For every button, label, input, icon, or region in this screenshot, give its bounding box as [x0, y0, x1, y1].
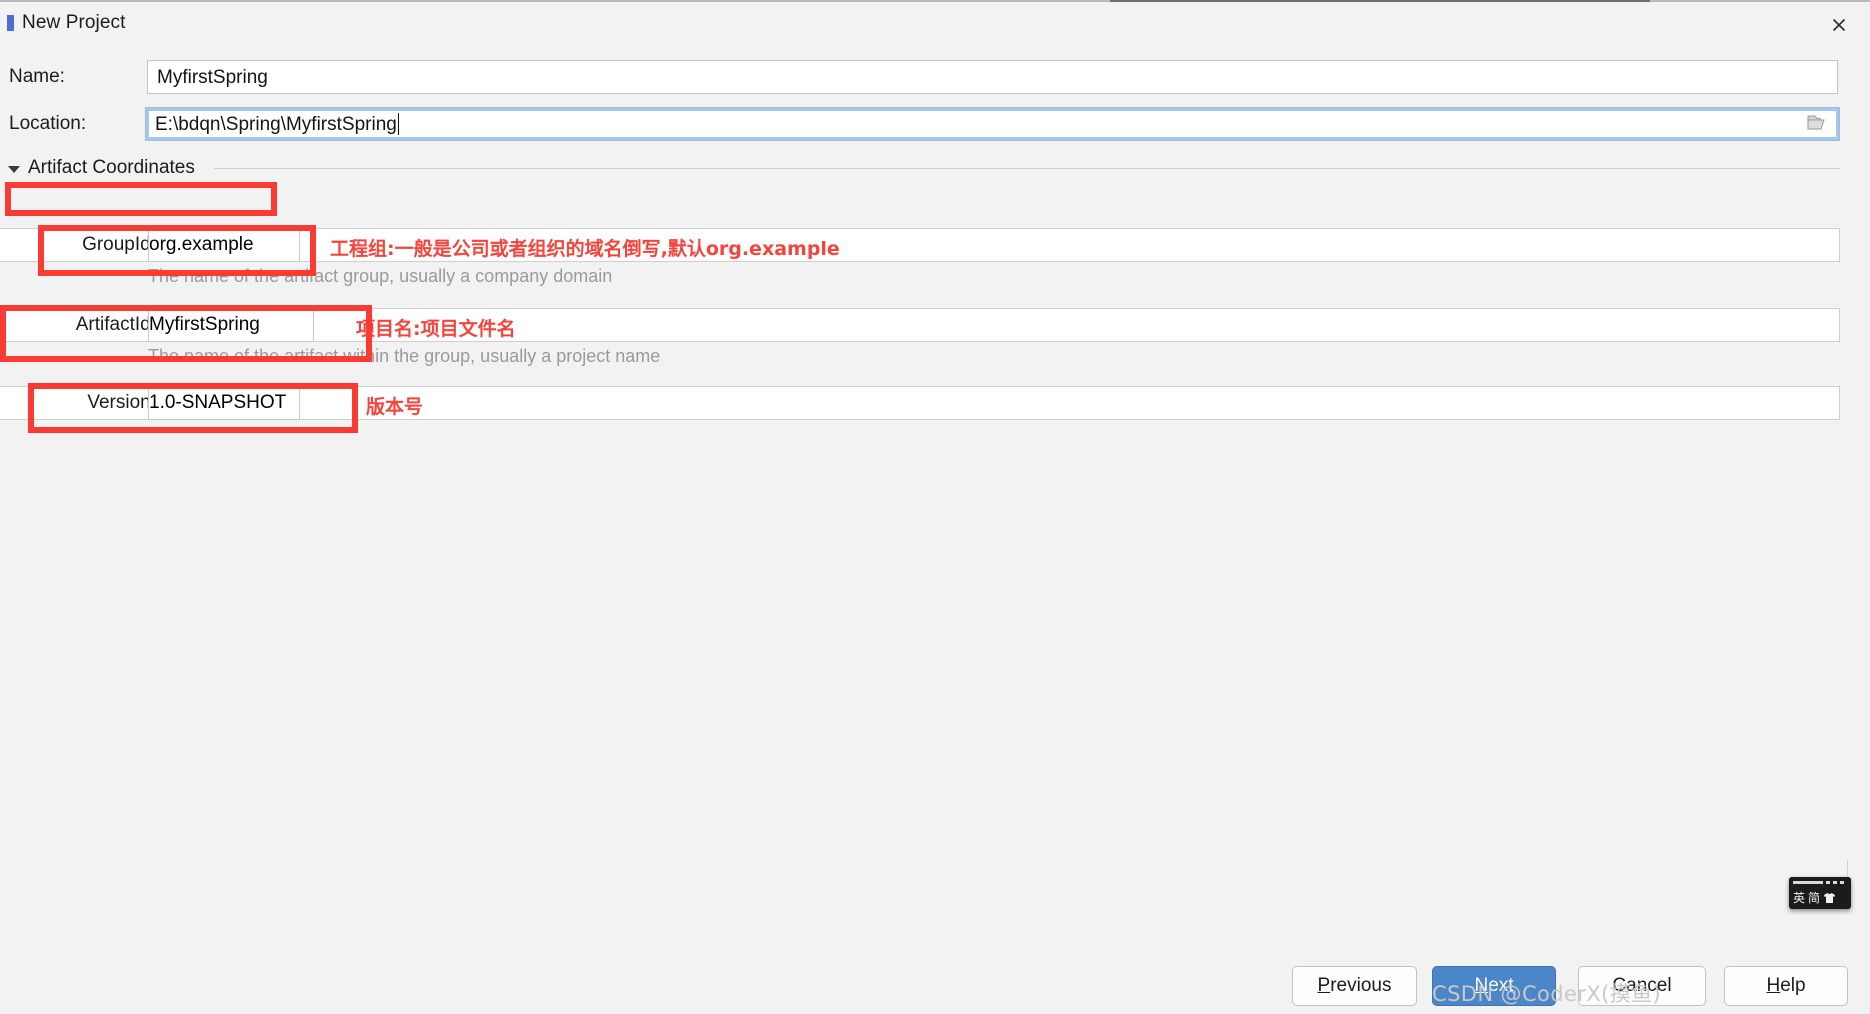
previous-button-mnemonic: P	[1317, 975, 1331, 996]
folder-icon	[1806, 112, 1830, 137]
name-input-value: MyfirstSpring	[157, 66, 268, 88]
version-input-value: 1.0-SNAPSHOT	[149, 392, 287, 413]
groupid-annotation: 工程组:一般是公司或者组织的域名倒写,默认org.example	[330, 238, 840, 260]
new-project-dialog: New Project Name: MyfirstSpring Location…	[0, 0, 1870, 1014]
version-annotation: 版本号	[366, 396, 424, 418]
groupid-input-value: org.example	[149, 234, 254, 255]
close-icon	[1830, 16, 1848, 34]
title-bar: New Project	[0, 2, 1870, 44]
name-label: Name:	[9, 66, 65, 87]
location-input-value: E:\bdqn\Spring\MyfirstSpring	[155, 113, 397, 135]
ime-indicator[interactable]: 英 简	[1789, 877, 1851, 909]
page-title: New Project	[22, 12, 126, 33]
artifactid-annotation: 项目名:项目文件名	[356, 318, 516, 340]
artifactid-input-value: MyfirstSpring	[149, 314, 260, 335]
version-label: Version:	[87, 392, 156, 413]
ime-drag-handle[interactable]	[1789, 877, 1851, 886]
ime-grip-bar	[1793, 881, 1823, 884]
artifact-coordinates-title: Artifact Coordinates	[28, 157, 195, 178]
previous-button-label-rest: revious	[1330, 975, 1392, 996]
intellij-project-icon	[7, 15, 14, 31]
browse-location-button[interactable]	[1805, 113, 1831, 135]
previous-button[interactable]: Previous	[1292, 966, 1417, 1006]
location-label: Location:	[9, 113, 87, 134]
highlight-box-artifact-coordinates	[5, 182, 277, 216]
ime-anchor-line	[1847, 860, 1848, 878]
shirt-icon[interactable]	[1823, 892, 1836, 904]
version-input[interactable]: 1.0-SNAPSHOT	[148, 386, 300, 420]
groupid-input[interactable]: org.example	[148, 228, 300, 262]
location-input[interactable]: E:\bdqn\Spring\MyfirstSpring	[145, 107, 1840, 141]
section-divider	[214, 168, 1840, 169]
help-button[interactable]: Help	[1724, 966, 1848, 1006]
close-button[interactable]	[1808, 4, 1870, 46]
help-button-mnemonic: H	[1766, 975, 1781, 996]
ime-shape-toggle[interactable]: 简	[1808, 892, 1820, 904]
artifact-coordinates-toggle[interactable]: Artifact Coordinates	[8, 156, 195, 180]
artifactid-hint: The name of the artifact within the grou…	[148, 346, 661, 366]
help-button-label-rest: elp	[1780, 975, 1806, 996]
chevron-down-icon	[8, 165, 20, 173]
groupid-hint: The name of the artifact group, usually …	[148, 266, 613, 286]
artifactid-input[interactable]: MyfirstSpring	[148, 308, 314, 342]
groupid-label: GroupId:	[82, 234, 156, 255]
ime-grip-dots	[1826, 881, 1847, 884]
ime-language-toggle[interactable]: 英	[1793, 892, 1805, 904]
name-input[interactable]: MyfirstSpring	[147, 60, 1838, 94]
ime-body: 英 简	[1789, 887, 1851, 909]
text-caret	[397, 113, 399, 135]
artifactid-label: ArtifactId:	[75, 314, 156, 335]
watermark: CSDN @CoderX(摸鱼)	[1432, 982, 1662, 1006]
